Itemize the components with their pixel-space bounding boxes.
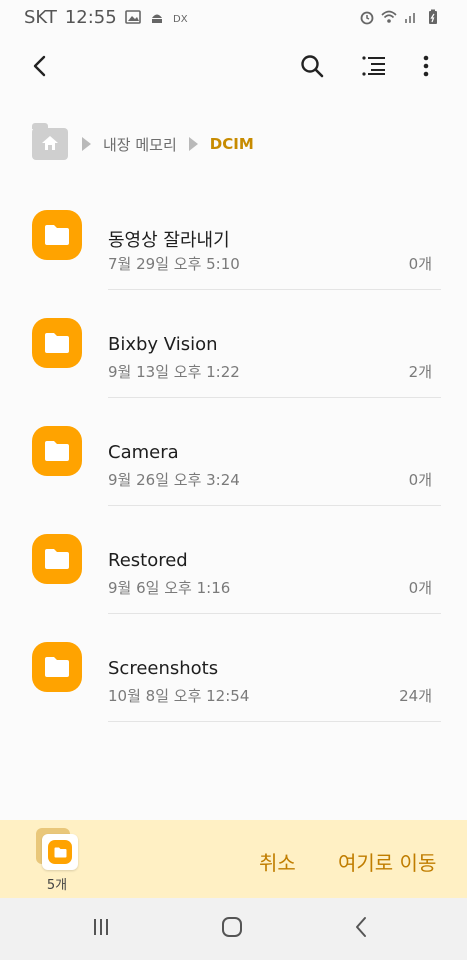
folder-list: 동영상 잘라내기 7월 29일 오후 5:10 0개 Bixby Vision … [0,182,467,722]
folder-name: Screenshots [108,658,219,679]
breadcrumb-internal-storage[interactable]: 내장 메모리 [103,134,177,155]
system-navigation-bar [0,898,467,960]
svg-text:DX: DX [173,14,188,25]
clock: 12:55 [64,6,117,28]
alarm-icon [359,9,375,25]
move-here-button[interactable]: 여기로 이동 [338,847,436,876]
folder-icon [32,642,82,692]
folder-icon [32,534,82,584]
back-nav-button[interactable] [347,914,377,944]
folder-name: 동영상 잘라내기 [108,230,230,251]
breadcrumb-dcim[interactable]: DCIM [210,135,254,153]
folder-name: Camera [108,442,179,463]
more-vert-icon [413,53,439,83]
folder-date: 9월 13일 오후 1:22 [108,363,240,381]
selected-count: 5개 [46,878,68,893]
folder-count: 24개 [399,687,432,705]
android-icon [149,9,165,25]
breadcrumb-separator [188,137,198,151]
folder-name: Bixby Vision [108,334,218,355]
back-arrow-icon [27,53,53,83]
search-button[interactable] [292,48,332,88]
stack-front-card [42,834,78,870]
dx-icon: DX [173,9,189,25]
home-button[interactable] [32,123,68,160]
breadcrumb-separator [82,137,91,151]
home-nav-icon [220,915,244,943]
folder-row[interactable]: Camera 9월 26일 오후 3:24 0개 [0,398,467,506]
row-divider [108,721,441,722]
folder-date: 7월 29일 오후 5:10 [108,255,240,273]
folder-count: 0개 [408,471,432,489]
back-nav-icon [350,915,374,943]
carrier-label: SKT [24,6,57,28]
folder-date: 9월 6일 오후 1:16 [108,579,231,597]
folder-count: 2개 [408,363,432,381]
folder-icon [48,840,72,864]
folder-count: 0개 [408,579,432,597]
home-nav-button[interactable] [217,914,247,944]
folder-date: 10월 8일 오후 12:54 [108,687,250,705]
move-action-bar: 5개 취소 여기로 이동 [0,820,467,898]
folder-date: 9월 26일 오후 3:24 [108,471,240,489]
status-right [359,9,441,25]
folder-icon [32,318,82,368]
recents-button[interactable] [86,914,116,944]
cancel-button[interactable]: 취소 [259,847,296,876]
status-left: SKT 12:55 DX [24,7,189,28]
search-icon [299,53,325,83]
folder-row[interactable]: Restored 9월 6일 오후 1:16 0개 [0,506,467,614]
folder-count: 0개 [408,255,432,273]
back-button[interactable] [20,48,60,88]
signal-icon [403,9,419,25]
wifi-icon [381,9,397,25]
selected-items-stack[interactable] [36,828,80,872]
folder-row[interactable]: Bixby Vision 9월 13일 오후 1:22 2개 [0,290,467,398]
folder-row[interactable]: 동영상 잘라내기 7월 29일 오후 5:10 0개 [0,182,467,290]
folder-icon [32,210,82,260]
sort-list-icon [361,53,387,83]
toolbar [0,44,467,92]
folder-name: Restored [108,550,188,571]
status-bar: SKT 12:55 DX [0,0,467,34]
sort-button[interactable] [354,48,394,88]
folder-row[interactable]: Screenshots 10월 8일 오후 12:54 24개 [0,614,467,722]
breadcrumb: 내장 메모리 DCIM [32,123,266,162]
image-icon [124,9,141,25]
more-options-button[interactable] [406,48,446,88]
recents-icon [89,915,113,943]
folder-icon [32,426,82,476]
home-icon [42,135,58,154]
battery-icon [425,9,441,25]
